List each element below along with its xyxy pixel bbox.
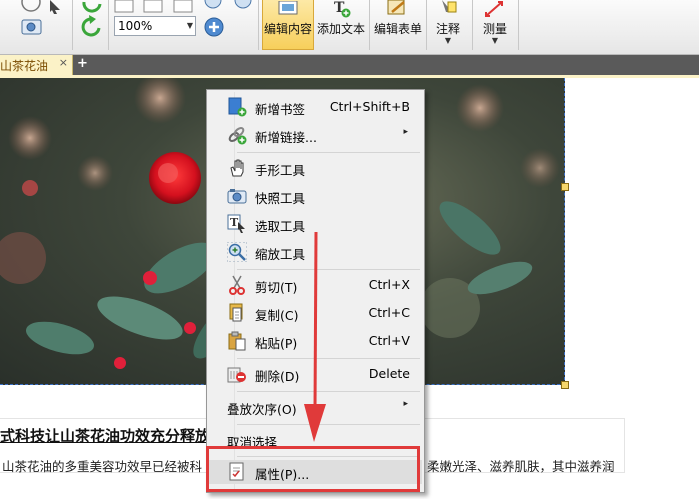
add-text-button[interactable]: T 添加文本 — [316, 0, 366, 50]
select-cursor-icon[interactable] — [20, 0, 42, 12]
zoom-in-icon[interactable] — [203, 16, 225, 38]
edit-form-icon — [387, 0, 405, 15]
red-annotation-arrow-icon — [304, 232, 326, 442]
add-text-label: 添加文本 — [316, 22, 365, 36]
rotate-ccw-icon[interactable] — [80, 14, 104, 40]
link-add-icon — [228, 127, 247, 145]
menu-item-new-bookmark[interactable]: 新增书签 Ctrl+Shift+B — [209, 95, 422, 119]
paste-icon — [228, 331, 246, 351]
select-arrow-icon[interactable] — [44, 0, 68, 14]
measure-button[interactable]: 测量 ▼ — [475, 0, 515, 50]
menu-item-label: 叠放次序(O) — [227, 402, 297, 417]
measure-icon — [485, 1, 503, 17]
article-body-text-right: 柔嫩光泽、滋养肌肤，其中滋养润 — [427, 459, 615, 474]
menu-item-label: 新增书签 — [255, 102, 306, 117]
menu-item-label: 快照工具 — [255, 191, 306, 206]
menu-item-snapshot-tool[interactable]: 快照工具 — [209, 184, 422, 208]
menu-item-label: 新增链接... — [255, 130, 317, 145]
document-tab[interactable]: 山茶花油 × — [0, 55, 73, 75]
article-headline: 式科技让山茶花油功效充分释放 — [0, 427, 210, 445]
bookmark-add-icon — [228, 97, 247, 117]
edit-content-label: 编辑内容 — [263, 22, 312, 36]
svg-text:T: T — [230, 216, 239, 229]
hand-icon — [230, 159, 244, 177]
zoom-icon — [227, 242, 247, 262]
new-tab-icon[interactable]: + — [77, 57, 89, 71]
menu-item-hand-tool[interactable]: 手形工具 — [209, 156, 422, 180]
menu-item-label: 复制(C) — [255, 308, 299, 323]
document-tab-label: 山茶花油 — [0, 59, 49, 73]
menu-item-label: 删除(D) — [255, 369, 300, 384]
select-text-icon: T — [227, 214, 245, 233]
menu-item-label: 选取工具 — [255, 219, 306, 234]
chevron-down-icon: ▼ — [491, 36, 499, 45]
menu-item-label: 剪切(T) — [255, 280, 298, 295]
copy-icon — [229, 303, 243, 322]
rotate-cw-icon[interactable] — [80, 0, 104, 14]
properties-highlight-box — [206, 446, 420, 492]
menu-item-shortcut: Ctrl+Shift+B — [329, 99, 410, 114]
zoom-combobox[interactable]: 100% ▼ — [114, 16, 196, 36]
article-body-text: 山茶花油的多重美容功效早已经被科 — [2, 459, 203, 474]
scissors-icon — [229, 275, 245, 295]
menu-item-label: 缩放工具 — [255, 247, 306, 262]
edit-form-label: 编辑表单 — [373, 22, 422, 36]
chevron-down-icon: ▼ — [444, 36, 452, 45]
menu-item-label: 手形工具 — [255, 163, 306, 178]
menu-item-label: 粘贴(P) — [255, 336, 298, 351]
annotate-icon — [442, 0, 457, 13]
delete-icon — [227, 367, 246, 383]
chevron-down-icon[interactable]: ▼ — [187, 17, 193, 35]
submenu-arrow-icon: ▸ — [403, 127, 408, 137]
menu-item-shortcut: Ctrl+X — [368, 277, 410, 292]
edit-content-icon — [278, 1, 298, 15]
menu-item-shortcut: Delete — [368, 366, 410, 381]
edit-form-button[interactable]: 编辑表单 — [372, 0, 424, 50]
resize-handle-bottom-right[interactable] — [561, 381, 569, 389]
snapshot-icon[interactable] — [20, 15, 44, 37]
annotate-label: 注释 — [435, 22, 460, 36]
annotate-button[interactable]: 注释 ▼ — [428, 0, 468, 50]
menu-item-shortcut: Ctrl+C — [368, 305, 410, 320]
menu-item-shortcut: Ctrl+V — [368, 333, 410, 348]
document-tab-bar: 山茶花油 × + — [0, 55, 699, 75]
camera-icon — [227, 189, 247, 204]
add-text-icon: T — [334, 0, 351, 18]
edit-content-button[interactable]: 编辑内容 — [262, 0, 314, 50]
submenu-arrow-icon: ▸ — [403, 399, 408, 409]
zoom-value: 100% — [118, 19, 153, 33]
page-fit-buttons[interactable] — [114, 0, 198, 14]
zoom-out-icon[interactable] — [203, 0, 255, 12]
menu-item-new-link[interactable]: 新增链接... ▸ — [209, 123, 422, 147]
close-icon[interactable]: × — [59, 56, 68, 69]
menu-separator — [237, 152, 420, 153]
ribbon-toolbar: 100% ▼ 编辑内容 T 添加文本 编辑表单 注释 ▼ 测量 ▼ — [0, 0, 699, 55]
measure-label: 测量 — [482, 22, 507, 36]
resize-handle-right[interactable] — [561, 183, 569, 191]
